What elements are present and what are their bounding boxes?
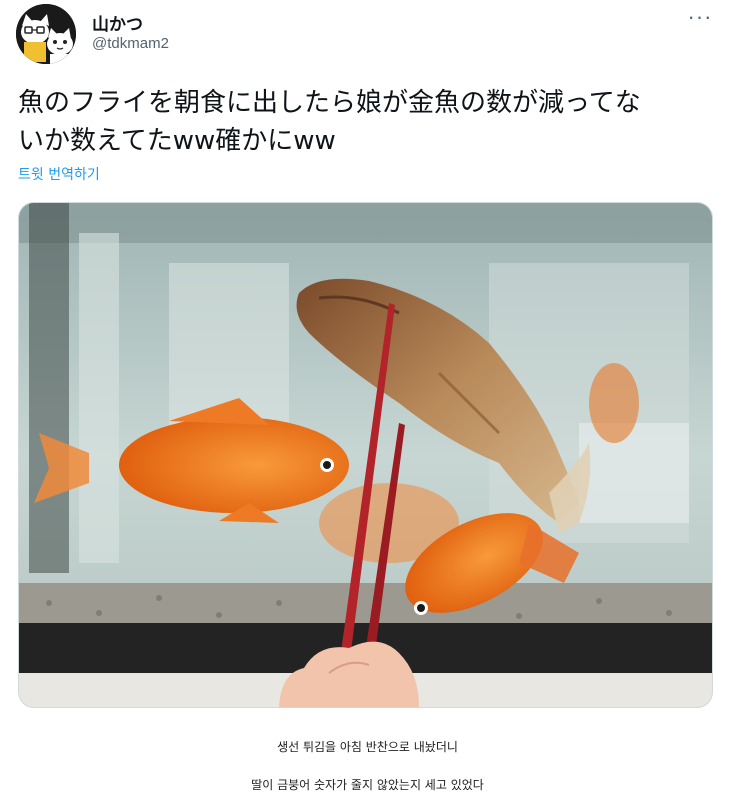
display-name[interactable]: 山かつ (92, 10, 143, 35)
tweet-text-line-2: いか数えてたww確かにww (18, 126, 336, 156)
cartoon-cats-avatar-icon (16, 4, 76, 64)
caption-line-1: 생선 튀김을 아침 반찬으로 내놨더니 (277, 740, 458, 754)
more-options-button[interactable]: ··· (682, 6, 718, 32)
tweet-page: 山かつ @tdkmam2 ··· 魚のフライを朝食に出したら娘が金魚の数が減って… (0, 0, 735, 796)
caption-line-2: 딸이 금붕어 숫자가 줄지 않았는지 세고 있었다 (251, 778, 484, 792)
translate-tweet-link[interactable]: 트윗 번역하기 (18, 164, 100, 184)
tweet-text-line-1: 魚のフライを朝食に出したら娘が金魚の数が減ってな (18, 88, 641, 118)
goldfish-tank-photo (19, 203, 712, 707)
user-handle[interactable]: @tdkmam2 (92, 35, 169, 52)
tweet-photo[interactable] (18, 202, 713, 708)
more-horizontal-icon: ··· (687, 4, 713, 29)
avatar[interactable] (16, 4, 76, 64)
tweet-text: 魚のフライを朝食に出したら娘が金魚の数が減ってな いか数えてたww確かにww (18, 84, 708, 160)
